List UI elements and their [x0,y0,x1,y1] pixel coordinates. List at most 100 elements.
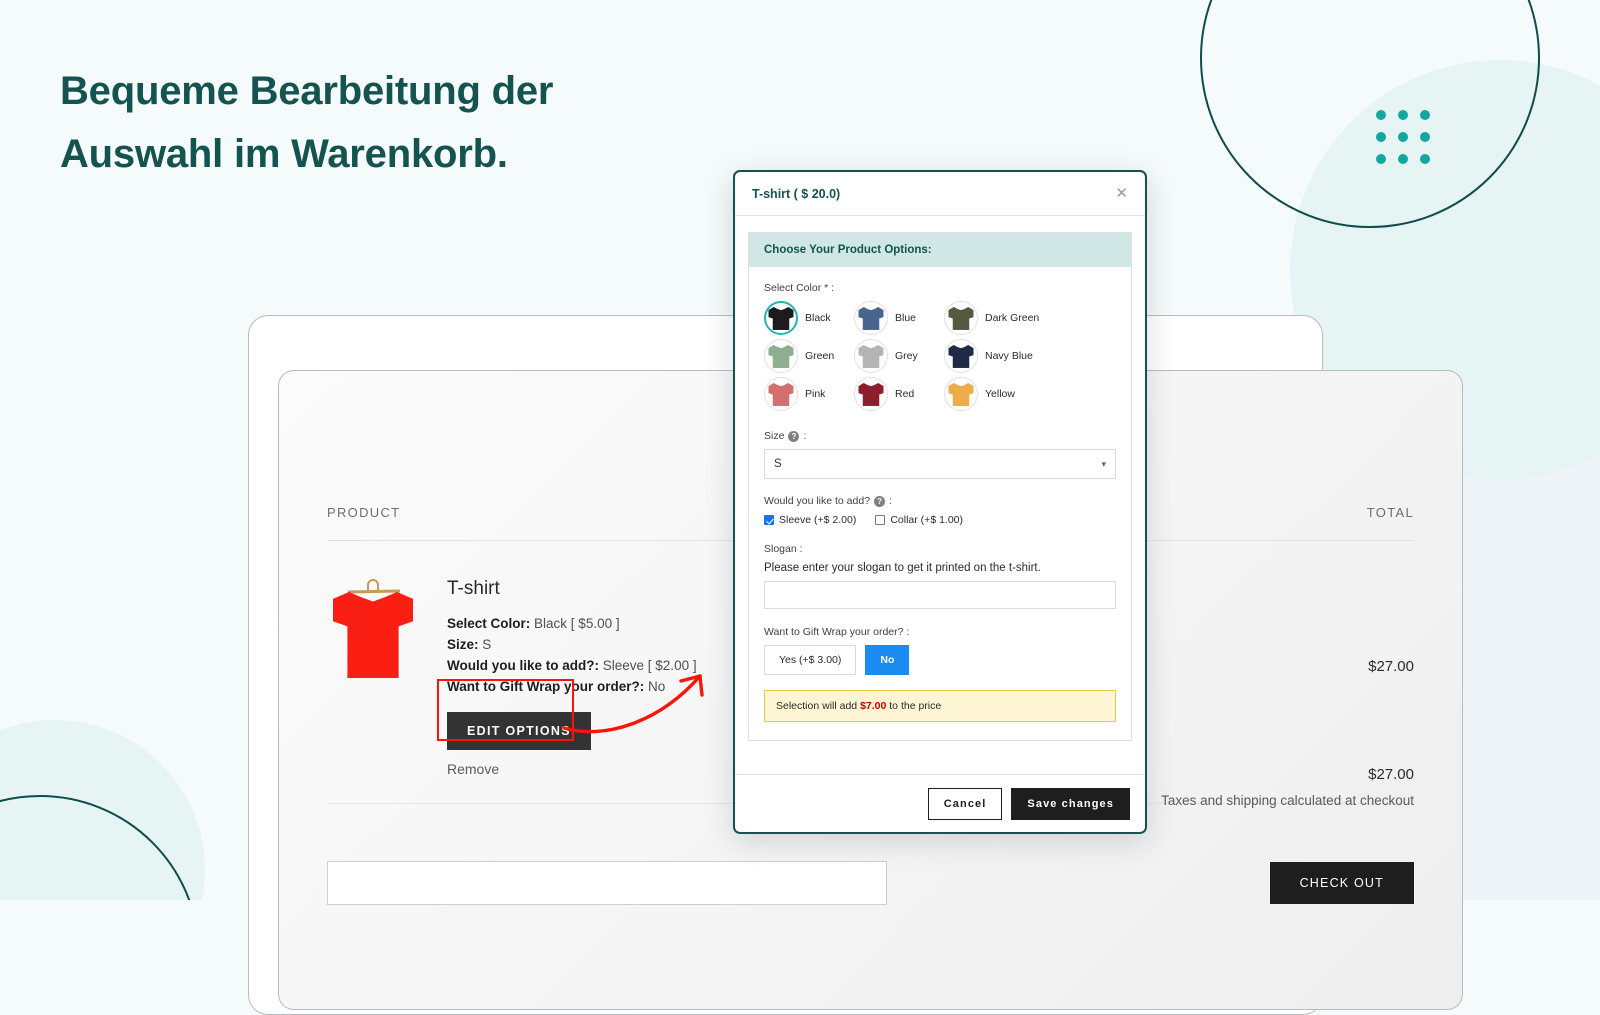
close-icon[interactable]: ✕ [1115,186,1128,201]
color-swatch-red[interactable] [854,377,888,411]
tshirt-swatch-icon [858,382,884,406]
hanger-bar-icon [347,589,401,594]
color-swatch-label: Grey [895,350,918,362]
addon-label: Collar (+$ 1.00) [890,514,964,526]
tshirt-swatch-icon [768,382,794,406]
option-value: No [648,678,666,694]
color-swatch-navy-blue[interactable] [944,339,978,373]
size-label-text: Size [764,430,785,442]
giftwrap-label: Want to Gift Wrap your order? : [764,626,1116,638]
color-swatch-label: Green [805,350,835,362]
color-swatch-option[interactable]: Yellow [944,377,1034,411]
color-swatch-option[interactable]: Navy Blue [944,339,1034,373]
color-swatch-option[interactable]: Blue [854,301,944,335]
size-select[interactable]: S ▾ [764,449,1116,479]
chevron-down-icon: ▾ [1101,458,1106,469]
edit-options-button[interactable]: EDIT OPTIONS [447,711,591,750]
checkbox-checked-icon[interactable] [764,515,774,525]
giftwrap-toggle-group: Yes (+$ 3.00) No [764,645,1116,675]
page-headline: Bequeme Bearbeitung der Auswahl im Waren… [60,69,554,177]
option-label: Want to Gift Wrap your order?: [447,678,645,694]
color-swatch-label: Yellow [985,388,1015,400]
slogan-label: Slogan : [764,543,1116,555]
color-swatch-option[interactable]: Grey [854,339,944,373]
help-icon[interactable]: ? [788,430,800,442]
option-label: Would you like to add?: [447,657,599,673]
modal-title: T-shirt ( $ 20.0) [752,186,841,201]
save-changes-button[interactable]: Save changes [1011,787,1130,820]
color-swatch-option[interactable]: Dark Green [944,301,1039,335]
tshirt-swatch-icon [948,306,974,330]
color-swatch-label: Red [895,388,915,400]
size-select-value: S [774,458,782,470]
notice-amount: $7.00 [860,700,887,712]
decorative-dot-grid [1376,110,1430,164]
color-swatch-option[interactable]: Black [764,301,854,335]
giftwrap-label-text: Want to Gift Wrap your order? : [764,626,910,638]
tshirt-swatch-icon [948,344,974,368]
option-value: Black [ $5.00 ] [534,616,620,631]
addon-checkbox-collar[interactable]: Collar (+$ 1.00) [875,514,963,526]
addons-checkbox-group: Sleeve (+$ 2.00) Collar (+$ 1.00) [764,514,1116,526]
option-label: Size: [447,636,479,652]
color-swatch-label: Navy Blue [985,350,1033,362]
modal-body: Choose Your Product Options: Select Colo… [735,216,1145,774]
color-swatch-option[interactable]: Green [764,339,854,373]
checkout-button[interactable]: CHECK OUT [1269,862,1414,904]
modal-header: T-shirt ( $ 20.0) ✕ [735,172,1145,216]
options-section-heading: Choose Your Product Options: [749,233,1131,267]
addon-checkbox-sleeve[interactable]: Sleeve (+$ 2.00) [764,514,856,526]
price-notice: Selection will add $7.00 to the price [764,690,1116,722]
option-value: S [482,636,492,652]
addons-label-suffix: : [889,495,892,507]
color-swatch-option[interactable]: Red [854,377,944,411]
color-swatch-pink[interactable] [764,377,798,411]
tshirt-icon [333,592,413,678]
color-swatch-label: Blue [895,312,917,324]
color-swatch-label: Black [805,312,831,324]
order-note-input[interactable] [327,861,887,905]
tshirt-swatch-icon [768,344,794,368]
color-swatch-grid: Black Blue Dark Green Green Grey Navy Blue Pin… [764,301,1116,415]
select-color-label-text: Select Color * : [764,282,835,294]
color-swatch-label: Dark Green [985,312,1040,324]
cart-item-total: $27.00 [1368,658,1414,675]
giftwrap-yes-button[interactable]: Yes (+$ 3.00) [764,645,857,675]
column-header-total: TOTAL [1366,505,1414,520]
slogan-hint: Please enter your slogan to get it print… [764,562,1041,574]
checkbox-unchecked-icon[interactable] [875,515,886,525]
select-color-label: Select Color * : [764,282,1116,294]
edit-options-modal: T-shirt ( $ 20.0) ✕ Choose Your Product … [733,170,1147,834]
tshirt-swatch-icon [858,306,884,330]
notice-prefix: Selection will add [776,700,858,712]
cancel-button[interactable]: Cancel [927,787,1003,820]
slogan-label-text: Slogan : [764,543,803,555]
option-value: Sleeve [ $2.00 ] [602,657,697,673]
tshirt-swatch-icon [858,344,884,368]
notice-suffix: to the price [889,700,942,712]
checkout-row: CHECK OUT [327,861,1414,905]
tshirt-swatch-icon [948,382,974,406]
addons-label-text: Would you like to add? [764,495,871,507]
size-label-suffix: : [803,430,807,442]
options-form: Select Color * : Black Blue Dark Green Gree… [749,267,1131,740]
color-swatch-yellow[interactable] [944,377,978,411]
tshirt-swatch-icon [768,306,794,330]
product-thumbnail [327,574,419,684]
color-swatch-blue[interactable] [854,301,888,335]
addons-label: Would you like to add? ? : [764,495,1116,507]
color-swatch-grey[interactable] [854,339,888,373]
modal-footer: Cancel Save changes [735,774,1145,832]
column-header-product: PRODUCT [327,505,401,520]
color-swatch-black[interactable] [764,301,798,335]
slogan-input[interactable] [764,581,1116,609]
product-options-card: Choose Your Product Options: Select Colo… [748,232,1132,741]
color-swatch-green[interactable] [764,339,798,373]
color-swatch-dark-green[interactable] [944,301,978,335]
color-swatch-option[interactable]: Pink [764,377,854,411]
addon-label: Sleeve (+$ 2.00) [779,514,857,526]
option-label: Select Color: [447,616,531,631]
help-icon[interactable]: ? [874,495,886,507]
giftwrap-no-button[interactable]: No [865,645,910,675]
size-label: Size ? : [764,430,1116,442]
